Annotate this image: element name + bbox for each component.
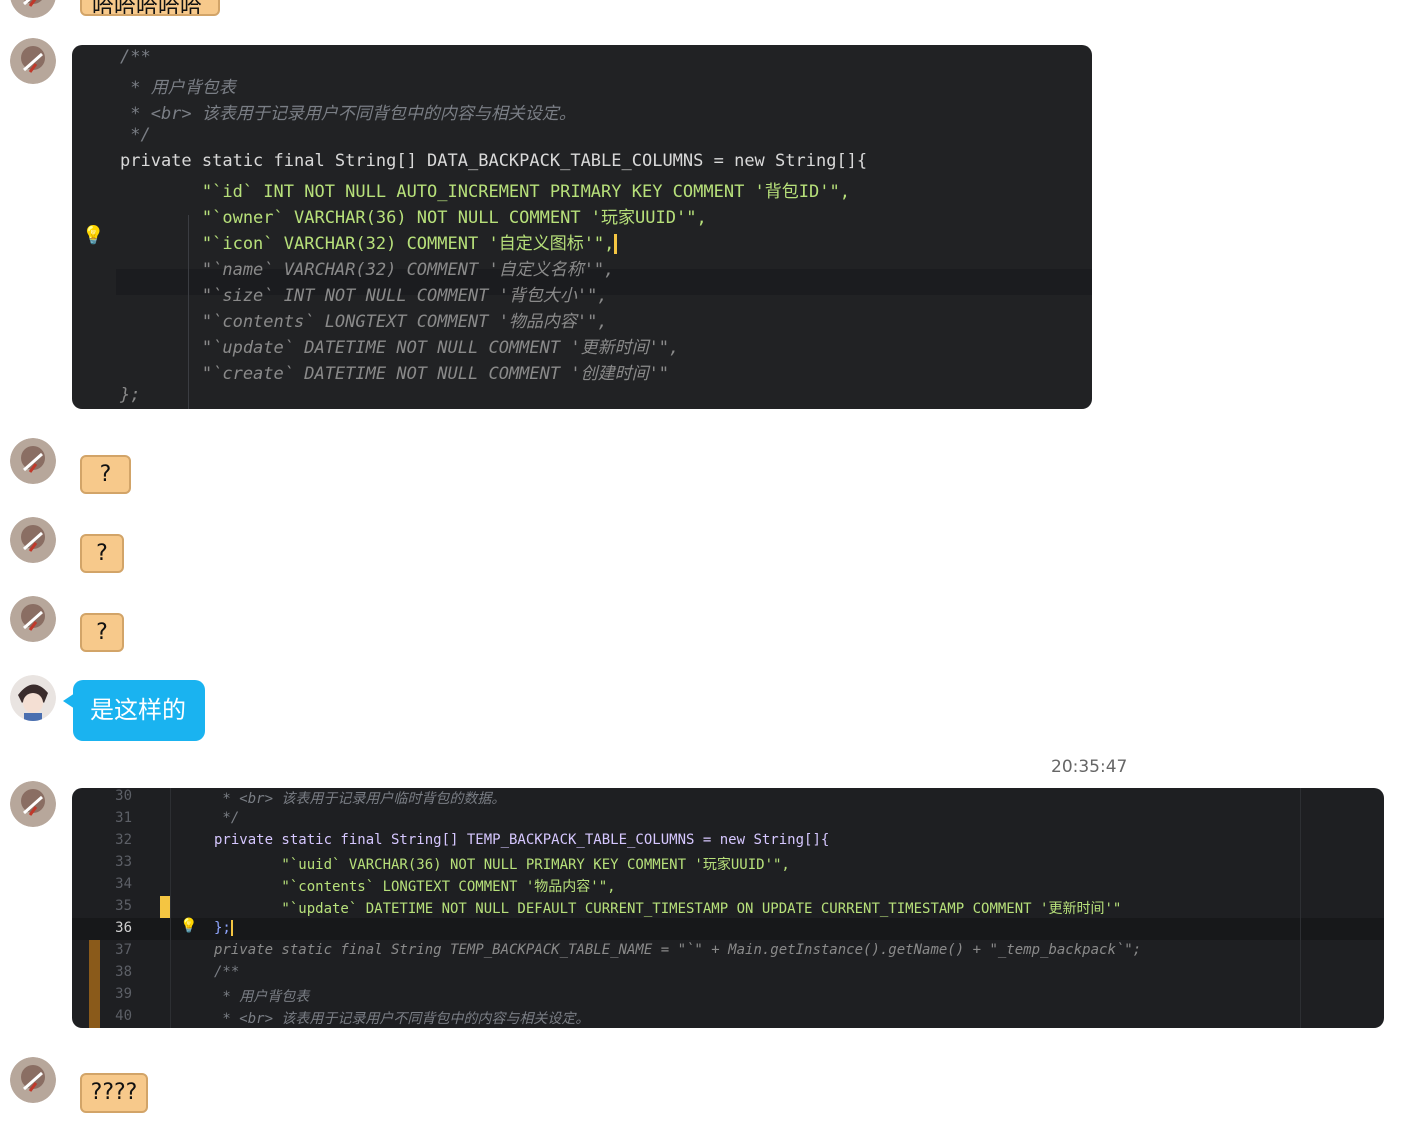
- code-line-33: "`uuid` VARCHAR(36) NOT NULL PRIMARY KEY…: [214, 857, 790, 873]
- line-number: 35: [115, 898, 132, 914]
- bubble-tail: [63, 693, 75, 709]
- line-number: 31: [115, 810, 132, 826]
- lightbulb-icon[interactable]: 💡: [82, 225, 104, 246]
- code-line-36: };: [214, 920, 233, 936]
- code-line-39: * 用户背包表: [214, 989, 310, 1005]
- message-timestamp: 20:35:47: [1051, 757, 1128, 777]
- message-text: ?: [96, 541, 108, 566]
- message-text: ????: [90, 1080, 138, 1105]
- code-line-1: /**: [120, 47, 151, 67]
- avatar[interactable]: [10, 38, 56, 84]
- message-text: 哈哈哈哈哈: [92, 0, 203, 16]
- line-number: 39: [115, 986, 132, 1002]
- code-line-30: * <br> 该表用于记录用户临时背包的数据。: [214, 791, 506, 807]
- code-line-40: * <br> 该表用于记录用户不同背包中的内容与相关设定。: [214, 1011, 590, 1027]
- message-text: ?: [99, 462, 112, 487]
- code-line-4: */: [120, 125, 151, 145]
- line-number: 32: [115, 832, 132, 848]
- line-number: 38: [115, 964, 132, 980]
- code-line-6: "`id` INT NOT NULL AUTO_INCREMENT PRIMAR…: [120, 182, 850, 202]
- message-text: 是这样的: [90, 696, 186, 724]
- avatar[interactable]: [10, 781, 56, 827]
- code-line-9: "`name` VARCHAR(32) COMMENT '自定义名称'",: [120, 260, 615, 280]
- avatar[interactable]: [10, 675, 56, 721]
- code-screenshot-1[interactable]: 💡 /** * 用户背包表 * <br> 该表用于记录用户不同背包中的内容与相关…: [72, 45, 1092, 409]
- line-number: 36: [115, 920, 132, 936]
- message-bubble[interactable]: ?: [80, 455, 131, 494]
- avatar[interactable]: [10, 438, 56, 484]
- code-line-11: "`contents` LONGTEXT COMMENT '物品内容'",: [120, 312, 608, 332]
- avatar[interactable]: [10, 1057, 56, 1103]
- avatar[interactable]: [10, 596, 56, 642]
- code-line-31: */: [214, 810, 240, 826]
- code-line-14: };: [120, 385, 141, 405]
- message-bubble[interactable]: ?: [80, 613, 124, 652]
- message-bubble[interactable]: 哈哈哈哈哈: [80, 0, 220, 16]
- message-bubble-blue[interactable]: 是这样的: [73, 680, 205, 741]
- code-line-32: private static final String[] TEMP_BACKP…: [214, 832, 830, 848]
- line-number: 33: [115, 854, 132, 870]
- code-line-34: "`contents` LONGTEXT COMMENT '物品内容'",: [214, 879, 616, 895]
- code-line-38: /**: [214, 964, 240, 980]
- code-line-10: "`size` INT NOT NULL COMMENT '背包大小'",: [120, 286, 608, 306]
- avatar[interactable]: [10, 517, 56, 563]
- code-line-8: "`icon` VARCHAR(32) COMMENT '自定义图标'",: [120, 229, 618, 254]
- lightbulb-icon[interactable]: 💡: [180, 918, 197, 934]
- message-bubble[interactable]: ?: [80, 534, 124, 573]
- line-number: 30: [115, 788, 132, 804]
- code-line-12: "`update` DATETIME NOT NULL COMMENT '更新时…: [120, 338, 680, 358]
- code-line-5: private static final String[] DATA_BACKP…: [120, 151, 868, 171]
- line-number: 40: [115, 1008, 132, 1024]
- code-line-37: private static final String TEMP_BACKPAC…: [214, 942, 1142, 958]
- code-line-35: "`update` DATETIME NOT NULL DEFAULT CURR…: [214, 901, 1122, 917]
- code-line-3: * <br> 该表用于记录用户不同背包中的内容与相关设定。: [120, 104, 576, 124]
- message-text: ?: [96, 620, 108, 645]
- code-line-2: * 用户背包表: [120, 78, 236, 98]
- code-screenshot-2[interactable]: 💡 30 31 32 33 34 35 36 37 38 39 40 * <br…: [72, 788, 1384, 1028]
- avatar[interactable]: [10, 0, 56, 18]
- message-bubble[interactable]: ????: [80, 1073, 148, 1113]
- code-line-7: "`owner` VARCHAR(36) NOT NULL COMMENT '玩…: [120, 208, 707, 228]
- line-number: 34: [115, 876, 132, 892]
- code-line-13: "`create` DATETIME NOT NULL COMMENT '创建时…: [120, 364, 670, 384]
- line-number: 37: [115, 942, 132, 958]
